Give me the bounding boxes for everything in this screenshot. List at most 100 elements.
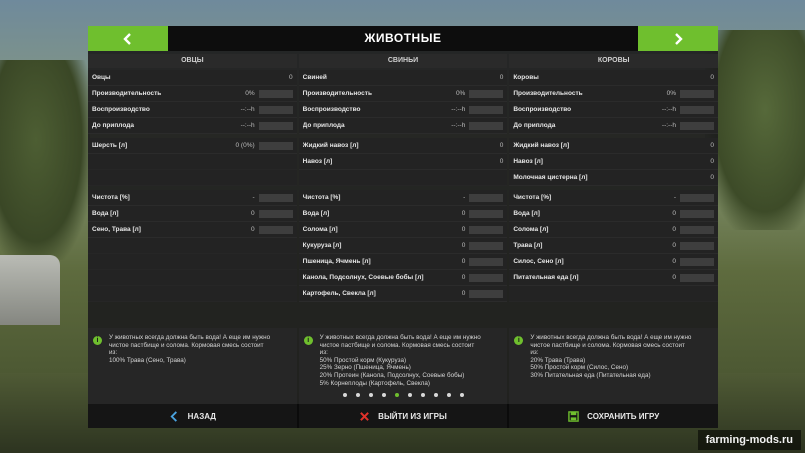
stat-bar <box>258 225 293 234</box>
stat-row: До приплода --:--h <box>88 118 297 134</box>
column-header: ОВЦЫ <box>88 54 297 68</box>
info-line: 30% Питательная еда (Питательная еда) <box>530 371 651 379</box>
stat-row: Вода [л] 0 <box>298 206 508 222</box>
info-line: из: <box>530 349 539 357</box>
stat-label: Воспроизводство <box>302 106 361 113</box>
save-game-button[interactable]: СОХРАНИТЬ ИГРУ <box>509 404 718 428</box>
stat-row: Силос, Сено [л] 0 <box>509 254 719 270</box>
stat-value: 0% <box>245 90 255 97</box>
stat-value: 0 <box>710 142 715 149</box>
stat-value: 0 <box>672 242 677 249</box>
stat-value: 0 <box>251 210 255 217</box>
stat-value: 0 <box>289 74 293 81</box>
stat-bar <box>469 121 504 130</box>
page-dot[interactable] <box>407 393 412 397</box>
stat-row: Коровы 0 <box>509 70 719 86</box>
stat-label: Кукуруза [л] <box>302 242 342 249</box>
stat-bar <box>680 89 715 98</box>
stat-label: Производительность <box>513 90 583 97</box>
feed-block: Чистота [%] - Вода [л] 0 Сено, Трава [л] 0 <box>88 190 297 302</box>
stat-value: 0 <box>710 74 715 81</box>
stat-value: 0 <box>461 226 466 233</box>
stat-row <box>88 238 297 254</box>
stat-bar <box>680 273 715 282</box>
stat-bar <box>469 289 504 298</box>
products-block: Жидкий навоз [л] 0 Навоз [л] 0 <box>298 138 508 186</box>
stat-value: - <box>252 194 255 201</box>
info-line: У животных всегда должна быть вода! А ещ… <box>530 334 692 341</box>
stat-value: 0 <box>461 210 466 217</box>
stat-bar <box>258 141 293 150</box>
stat-value: 0 <box>672 226 677 233</box>
page-dot[interactable] <box>420 393 425 397</box>
chevron-right-icon <box>675 32 683 45</box>
stat-label: Вода [л] <box>513 210 540 217</box>
page-dot[interactable] <box>368 393 373 397</box>
feed-info-text: У животных всегда должна быть вода! А ещ… <box>109 334 292 364</box>
page-indicator <box>88 390 718 400</box>
feed-info-text: У животных всегда должна быть вода! А ещ… <box>530 334 713 380</box>
page-dot[interactable] <box>355 393 360 397</box>
stat-label: Картофель, Свекла [л] <box>302 290 376 297</box>
stat-row: Солома [л] 0 <box>298 222 508 238</box>
info-icon: i <box>303 336 313 345</box>
stat-bar <box>258 193 293 202</box>
stat-label: Сено, Трава [л] <box>92 226 141 233</box>
info-line: 5% Корнеплоды (Картофель, Свекла) <box>319 379 430 387</box>
stat-row: Пшеница, Ячмень [л] 0 <box>298 254 508 270</box>
stat-value: 0 <box>710 158 715 165</box>
stat-row <box>88 286 297 302</box>
stat-bar <box>469 89 504 98</box>
quit-game-button[interactable]: ВЫЙТИ ИЗ ИГРЫ <box>299 404 510 428</box>
page-dot[interactable] <box>342 393 347 397</box>
stat-bar <box>469 273 504 282</box>
background-tree-left <box>0 60 90 260</box>
stat-row: Чистота [%] - <box>88 190 297 206</box>
stats-block: Свиней 0 Производительность 0% Воспроизводст… <box>298 70 508 134</box>
stat-value: --:--h <box>451 106 466 113</box>
stat-value: 0 <box>251 226 255 233</box>
stat-row: Производительность 0% <box>509 86 719 102</box>
info-line: 50% Простой корм (Силос, Сено) <box>530 364 629 372</box>
animal-column: ОВЦЫ Овцы 0 Производительность 0% Воспроизвод… <box>88 54 297 404</box>
stat-value: 0 <box>499 142 504 149</box>
watermark: farming-mods.ru <box>697 430 801 450</box>
stat-label: Канола, Подсолнух, Соевые бобы [л] <box>302 274 424 281</box>
stat-row: Воспроизводство --:--h <box>298 102 508 118</box>
stat-bar <box>469 257 504 266</box>
stat-row: До приплода --:--h <box>298 118 508 134</box>
page-title: ЖИВОТНЫЕ <box>364 31 442 45</box>
stat-label: Навоз [л] <box>302 158 333 165</box>
background-vehicle <box>0 255 60 325</box>
stat-bar <box>258 209 293 218</box>
stat-row: Жидкий навоз [л] 0 <box>509 138 719 154</box>
stat-row <box>298 170 508 186</box>
stat-value: --:--h <box>240 106 255 113</box>
stat-row <box>509 286 719 302</box>
stat-row: Питательная еда [л] 0 <box>509 270 719 286</box>
stat-label: Солома [л] <box>302 226 338 233</box>
stat-label: До приплода <box>92 122 134 129</box>
stat-value: 0 <box>710 174 715 181</box>
page-dot[interactable] <box>433 393 438 397</box>
stat-row: Воспроизводство --:--h <box>509 102 719 118</box>
page-dot[interactable] <box>459 393 464 397</box>
stat-label: Коровы <box>513 74 539 81</box>
stat-bar <box>680 209 715 218</box>
page-dot[interactable] <box>446 393 451 397</box>
stat-value: 0 (0%) <box>235 142 255 149</box>
prev-page-button[interactable] <box>88 26 168 51</box>
stat-label: Трава [л] <box>513 242 543 249</box>
page-dot[interactable] <box>394 393 399 397</box>
page-dot[interactable] <box>381 393 386 397</box>
stat-label: Питательная еда [л] <box>513 274 579 281</box>
stat-bar <box>469 193 504 202</box>
next-page-button[interactable] <box>638 26 718 51</box>
column-header: КОРОВЫ <box>509 54 719 68</box>
stat-label: До приплода <box>302 122 345 129</box>
stat-value: 0% <box>455 90 466 97</box>
background-tree-right <box>705 30 805 230</box>
stat-bar <box>469 209 504 218</box>
stat-value: 0 <box>499 74 504 81</box>
back-button[interactable]: НАЗАД <box>88 404 299 428</box>
